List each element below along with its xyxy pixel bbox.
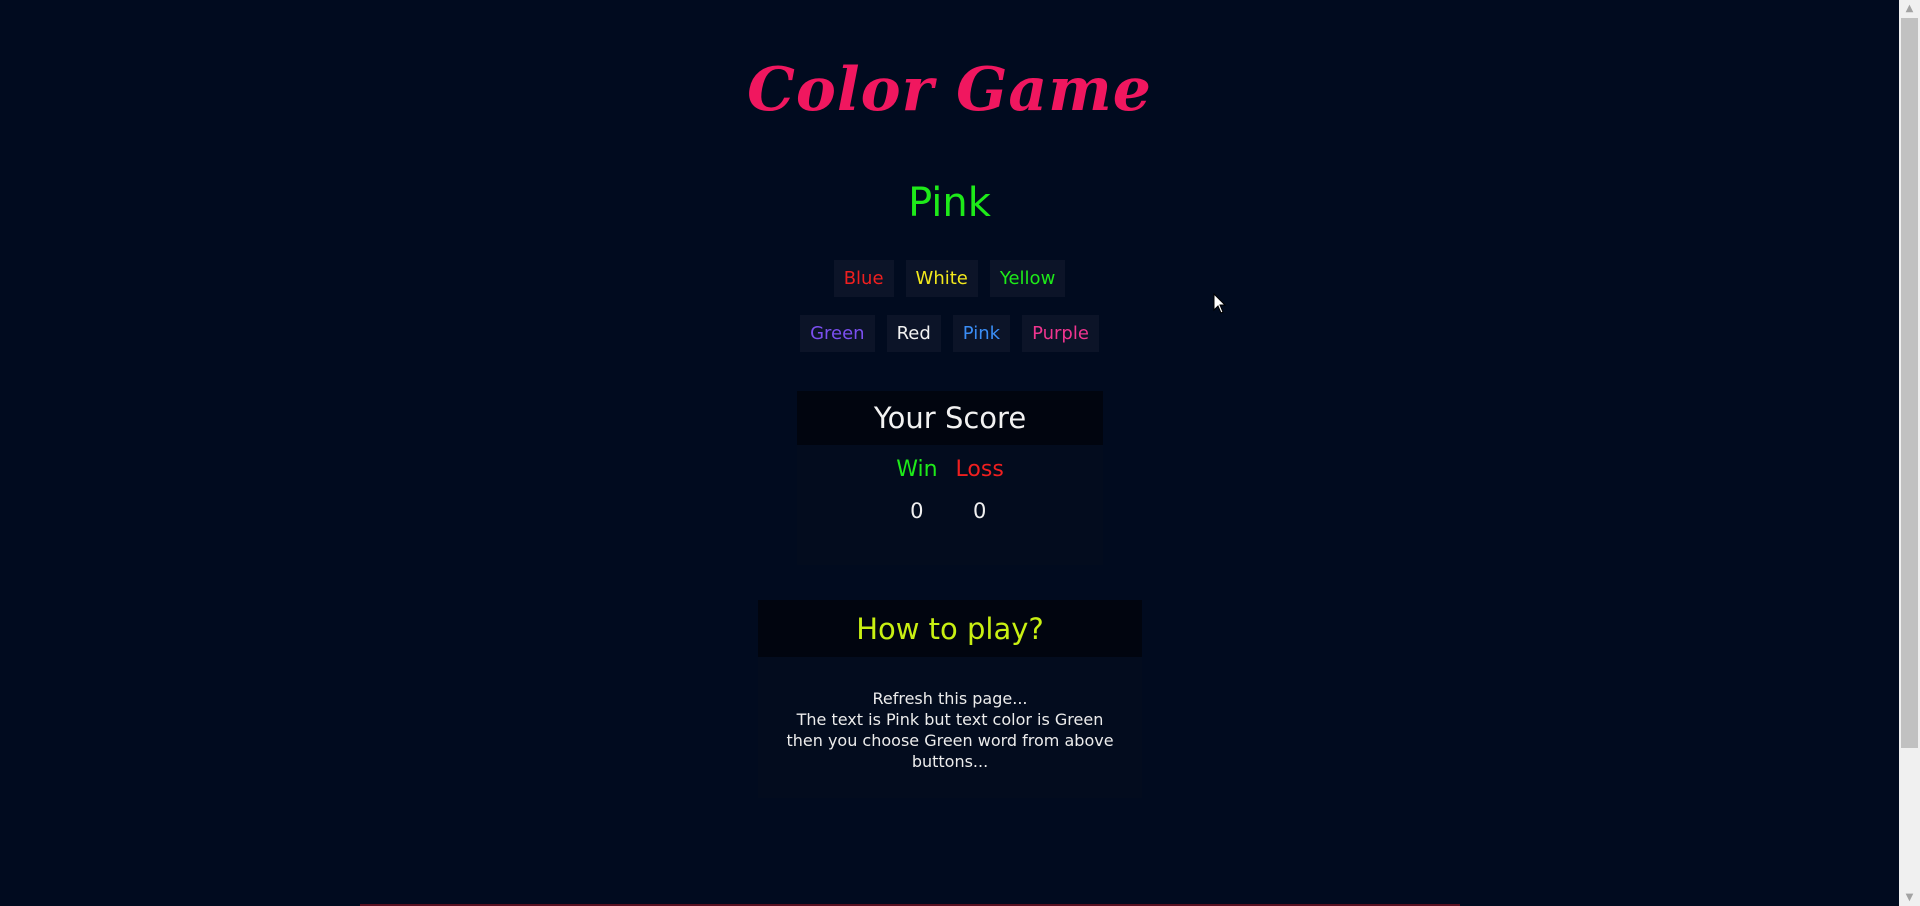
win-value: 0 bbox=[910, 499, 924, 523]
game-page: Color Game Pink Blue White Yellow Green … bbox=[0, 0, 1899, 906]
color-button-red[interactable]: Red bbox=[886, 315, 941, 352]
loss-label: Loss bbox=[955, 457, 1004, 482]
how-to-play-instructions: Refresh this page... The text is Pink bu… bbox=[758, 688, 1142, 772]
color-button-blue[interactable]: Blue bbox=[833, 260, 894, 297]
target-word: Pink bbox=[908, 180, 991, 226]
instruction-line: Refresh this page... bbox=[872, 689, 1028, 708]
how-to-play-heading: How to play? bbox=[758, 600, 1142, 657]
loss-value: 0 bbox=[972, 499, 987, 523]
color-buttons-row-2: Green Red Pink Purple bbox=[0, 315, 1899, 352]
scrollbar-thumb[interactable] bbox=[1901, 18, 1918, 748]
instruction-line: The text is Pink but text color is Green bbox=[796, 710, 1104, 729]
how-to-play-card: How to play? Refresh this page... The te… bbox=[758, 600, 1142, 798]
loss-column: Loss 0 bbox=[956, 457, 1004, 523]
color-button-pink[interactable]: Pink bbox=[952, 315, 1011, 352]
color-button-yellow[interactable]: Yellow bbox=[989, 260, 1066, 297]
instruction-line: then you choose Green word from above bbox=[786, 731, 1114, 750]
win-label: Win bbox=[896, 457, 938, 482]
score-card: Your Score Win 0 Loss 0 bbox=[797, 391, 1103, 565]
scroll-down-arrow-icon[interactable]: ▼ bbox=[1899, 889, 1920, 906]
color-button-green[interactable]: Green bbox=[800, 315, 875, 352]
instruction-line: buttons... bbox=[911, 752, 989, 771]
score-heading: Your Score bbox=[797, 391, 1103, 445]
scroll-up-arrow-icon[interactable]: ▲ bbox=[1899, 0, 1920, 17]
vertical-scrollbar[interactable]: ▲ ▼ bbox=[1899, 0, 1920, 906]
color-buttons-row-1: Blue White Yellow bbox=[0, 260, 1899, 297]
arrow-cursor-icon bbox=[1213, 293, 1227, 314]
color-button-white[interactable]: White bbox=[905, 260, 978, 297]
game-title: Color Game bbox=[747, 55, 1152, 125]
score-grid: Win 0 Loss 0 bbox=[797, 457, 1103, 523]
color-button-purple[interactable]: Purple bbox=[1022, 315, 1099, 352]
win-column: Win 0 bbox=[896, 457, 937, 523]
